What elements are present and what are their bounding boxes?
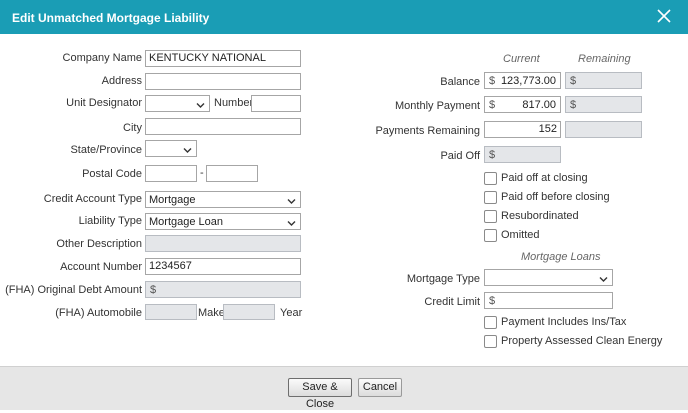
city-label: City [123, 122, 142, 134]
monthly-payment-remaining-input: $ [565, 96, 642, 113]
chevron-down-icon [599, 274, 608, 282]
payments-remaining-current-input[interactable]: 152 [484, 121, 561, 138]
chevron-down-icon [287, 218, 296, 226]
payment-includes-ins-tax-checkbox[interactable] [484, 316, 497, 329]
pace-label: Property Assessed Clean Energy [501, 335, 663, 347]
paid-off-label: Paid Off [440, 150, 480, 162]
postal-code-label: Postal Code [82, 168, 142, 180]
liability-type-value: Mortgage Loan [149, 216, 223, 228]
postal-code-ext-input[interactable] [206, 165, 258, 182]
credit-limit-label: Credit Limit [424, 296, 480, 308]
address-input[interactable] [145, 73, 301, 90]
address-label: Address [101, 75, 142, 87]
dialog-title: Edit Unmatched Mortgage Liability [12, 11, 210, 25]
paid-off-at-closing-checkbox[interactable] [484, 172, 497, 185]
company-name-input[interactable]: KENTUCKY NATIONAL [145, 50, 301, 67]
resubordinated-label: Resubordinated [501, 210, 579, 222]
unit-designator-label: Unit Designator [66, 97, 142, 109]
pace-checkbox[interactable] [484, 335, 497, 348]
currency-symbol: $ [489, 99, 496, 111]
credit-account-type-select[interactable]: Mortgage [145, 191, 301, 208]
other-description-label: Other Description [56, 238, 142, 250]
balance-remaining-input: $ [565, 72, 642, 89]
fha-automobile-year-input [223, 304, 275, 320]
edit-liability-dialog: Edit Unmatched Mortgage Liability Compan… [0, 0, 688, 410]
payments-remaining-remaining-input [565, 121, 642, 138]
balance-current-input[interactable]: $ 123,773.00 [484, 72, 561, 89]
dialog-titlebar: Edit Unmatched Mortgage Liability [0, 0, 688, 34]
account-number-label: Account Number [60, 261, 142, 273]
other-description-input [145, 235, 301, 252]
payments-remaining-label: Payments Remaining [375, 125, 480, 137]
payment-includes-ins-tax-label: Payment Includes Ins/Tax [501, 316, 627, 328]
omitted-checkbox[interactable] [484, 229, 497, 242]
city-input[interactable] [145, 118, 301, 135]
chevron-down-icon [196, 100, 205, 108]
cancel-button[interactable]: Cancel [358, 378, 402, 397]
resubordinated-checkbox[interactable] [484, 210, 497, 223]
mortgage-type-select[interactable] [484, 269, 613, 286]
year-label: Year [280, 307, 303, 319]
close-icon[interactable] [656, 6, 672, 26]
fha-original-debt-input: $ [145, 281, 301, 298]
balance-label: Balance [440, 76, 480, 88]
number-input[interactable] [251, 95, 301, 112]
omitted-label: Omitted [501, 229, 540, 241]
company-name-value: KENTUCKY NATIONAL [149, 52, 266, 64]
liability-type-select[interactable]: Mortgage Loan [145, 213, 301, 230]
credit-limit-input[interactable]: $ [484, 292, 613, 309]
monthly-payment-current-input[interactable]: $ 817.00 [484, 96, 561, 113]
paid-off-at-closing-label: Paid off at closing [501, 172, 588, 184]
currency-symbol: $ [570, 75, 577, 87]
monthly-payment-current-value: 817.00 [522, 99, 556, 111]
postal-code-separator: - [200, 167, 204, 179]
company-name-label: Company Name [62, 52, 142, 64]
postal-code-input[interactable] [145, 165, 197, 182]
fha-automobile-make-input [145, 304, 197, 320]
currency-symbol: $ [489, 295, 496, 307]
current-column-header: Current [503, 53, 540, 65]
chevron-down-icon [183, 145, 192, 153]
chevron-down-icon [287, 196, 296, 204]
credit-account-type-value: Mortgage [149, 194, 196, 206]
make-label: Make [198, 307, 225, 319]
number-label: Number [214, 97, 254, 109]
fha-automobile-label: (FHA) Automobile [55, 307, 142, 319]
dialog-body: Company Name KENTUCKY NATIONAL Address U… [0, 34, 688, 366]
state-province-label: State/Province [70, 144, 142, 156]
balance-current-value: 123,773.00 [500, 75, 556, 87]
credit-account-type-label: Credit Account Type [43, 193, 142, 205]
currency-symbol: $ [489, 149, 496, 161]
mortgage-loans-header: Mortgage Loans [521, 251, 601, 263]
currency-symbol: $ [489, 75, 496, 87]
currency-symbol: $ [150, 284, 157, 296]
paid-off-before-closing-label: Paid off before closing [501, 191, 610, 203]
liability-type-label: Liability Type [78, 215, 142, 227]
monthly-payment-label: Monthly Payment [395, 100, 480, 112]
dialog-footer: Save & Close Cancel [0, 366, 688, 410]
unit-designator-select[interactable] [145, 95, 210, 112]
fha-original-debt-label: (FHA) Original Debt Amount [5, 284, 142, 296]
paid-off-input: $ [484, 146, 561, 163]
payments-remaining-current-value: 152 [538, 123, 557, 135]
currency-symbol: $ [570, 99, 577, 111]
remaining-column-header: Remaining [578, 53, 631, 65]
account-number-input[interactable]: 1234567 [145, 258, 301, 275]
paid-off-before-closing-checkbox[interactable] [484, 191, 497, 204]
account-number-value: 1234567 [149, 260, 192, 272]
save-close-button[interactable]: Save & Close [288, 378, 352, 410]
state-province-select[interactable] [145, 140, 197, 157]
mortgage-type-label: Mortgage Type [406, 273, 480, 285]
